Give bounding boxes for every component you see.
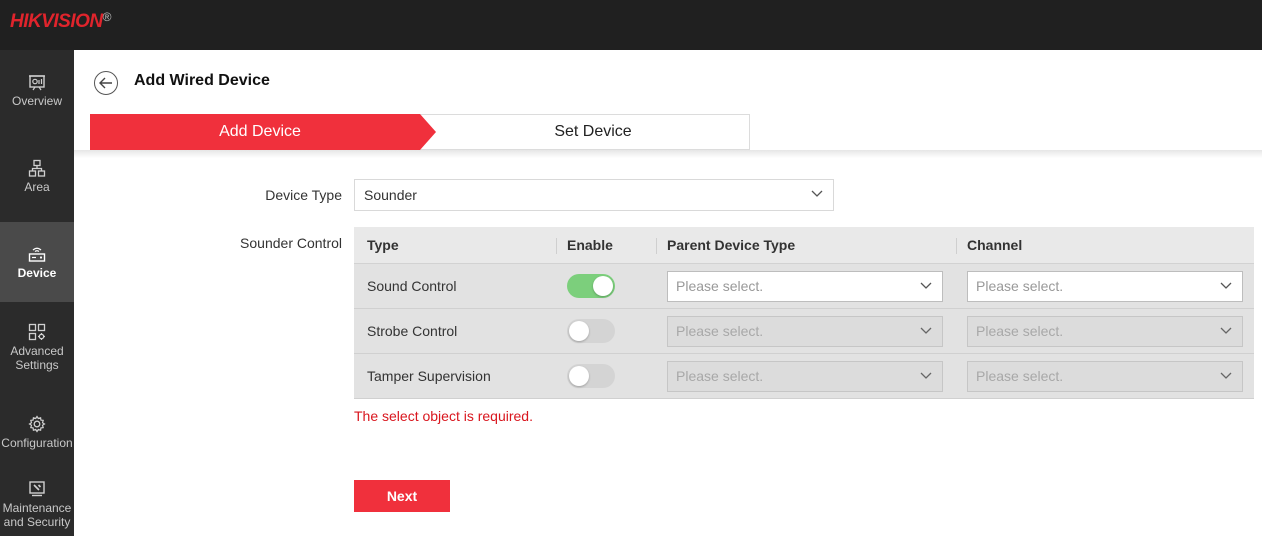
validation-error: The select object is required. — [354, 408, 533, 424]
logo-registered-mark: ® — [102, 10, 112, 24]
channel-select[interactable]: Please select. — [967, 271, 1243, 302]
select-placeholder: Please select. — [676, 368, 764, 384]
page-header: Add Wired Device — [74, 50, 1262, 114]
back-button[interactable] — [94, 71, 118, 95]
select-placeholder: Please select. — [976, 323, 1064, 339]
table-row: Strobe Control Please select. Please sel… — [354, 309, 1254, 354]
next-button[interactable]: Next — [354, 480, 450, 512]
column-header-type: Type — [367, 237, 399, 253]
parent-device-type-select[interactable]: Please select. — [667, 361, 943, 392]
parent-device-type-select[interactable]: Please select. — [667, 316, 943, 347]
sidebar-item-label: Device — [17, 265, 57, 280]
enable-toggle[interactable] — [567, 364, 615, 388]
column-header-parent-device-type: Parent Device Type — [667, 237, 796, 253]
sidebar-item-configuration[interactable]: Configuration — [0, 392, 74, 472]
sidebar: Overview Area Device Advanced Settings C… — [0, 50, 74, 536]
step-set-device: Set Device — [554, 123, 632, 140]
parent-device-type-select[interactable]: Please select. — [667, 271, 943, 302]
gear-icon — [28, 414, 46, 433]
enable-toggle[interactable] — [567, 274, 615, 298]
step-indicator: Add Device Set Device — [90, 114, 750, 150]
row-type: Tamper Supervision — [367, 368, 491, 384]
device-type-label: Device Type — [265, 187, 342, 203]
sidebar-item-advanced-settings[interactable]: Advanced Settings — [0, 302, 74, 392]
sidebar-item-maintenance[interactable]: Maintenance and Security — [0, 472, 74, 536]
maintenance-icon — [29, 480, 45, 496]
select-placeholder: Please select. — [676, 323, 764, 339]
sidebar-label-line2: Settings — [15, 357, 59, 372]
table-row: Tamper Supervision Please select. Please… — [354, 354, 1254, 399]
select-placeholder: Please select. — [676, 278, 764, 294]
row-type: Strobe Control — [367, 323, 458, 339]
chevron-down-icon — [920, 282, 932, 289]
sidebar-item-overview[interactable]: Overview — [0, 50, 74, 130]
arrow-left-icon — [99, 77, 112, 89]
sidebar-item-label: Maintenance and Security — [3, 501, 72, 529]
channel-select[interactable]: Please select. — [967, 316, 1243, 347]
column-divider — [656, 238, 657, 254]
column-header-enable: Enable — [567, 237, 613, 253]
chevron-down-icon — [920, 327, 932, 334]
column-header-channel: Channel — [967, 237, 1023, 253]
chevron-down-icon — [920, 372, 932, 379]
page-title: Add Wired Device — [134, 72, 270, 89]
chevron-down-icon — [811, 190, 823, 197]
hikvision-logo: HIKVISION® — [10, 10, 112, 33]
top-bar: HIKVISION® — [0, 0, 1262, 50]
logo-text-part2: VISION — [41, 11, 103, 32]
sidebar-item-area[interactable]: Area — [0, 130, 74, 222]
sidebar-item-label: Configuration — [1, 435, 73, 450]
logo-text-part1: HIK — [10, 11, 42, 32]
chevron-down-icon — [1220, 327, 1232, 334]
table-row: Sound Control Please select. Please sele… — [354, 264, 1254, 309]
sidebar-item-label: Area — [24, 179, 50, 194]
toggle-knob — [593, 276, 613, 296]
toggle-knob — [569, 366, 589, 386]
device-type-select[interactable]: Sounder — [354, 179, 834, 211]
sidebar-label-line2: and Security — [3, 514, 71, 529]
header-shadow — [74, 150, 1262, 158]
enable-toggle[interactable] — [567, 319, 615, 343]
sounder-control-label: Sounder Control — [240, 235, 342, 251]
sounder-control-table: Type Enable Parent Device Type Channel S… — [354, 227, 1254, 399]
sidebar-label-line1: Maintenance — [2, 500, 72, 515]
column-divider — [956, 238, 957, 254]
sidebar-item-label: Overview — [11, 93, 62, 108]
select-placeholder: Please select. — [976, 278, 1064, 294]
select-placeholder: Please select. — [976, 368, 1064, 384]
sidebar-label-line1: Advanced — [10, 343, 64, 358]
row-type: Sound Control — [367, 278, 457, 294]
area-icon — [28, 159, 46, 177]
sidebar-item-label: Advanced Settings — [10, 344, 63, 372]
sidebar-item-device[interactable]: Device — [0, 222, 74, 302]
chevron-down-icon — [1220, 282, 1232, 289]
toggle-knob — [569, 321, 589, 341]
table-header: Type Enable Parent Device Type Channel — [354, 227, 1254, 264]
channel-select[interactable]: Please select. — [967, 361, 1243, 392]
chevron-down-icon — [1220, 372, 1232, 379]
advanced-settings-icon — [28, 323, 46, 340]
overview-icon — [29, 74, 45, 90]
step-add-device: Add Device — [219, 123, 301, 140]
column-divider — [556, 238, 557, 254]
device-type-value: Sounder — [364, 187, 417, 203]
device-icon — [28, 247, 46, 262]
